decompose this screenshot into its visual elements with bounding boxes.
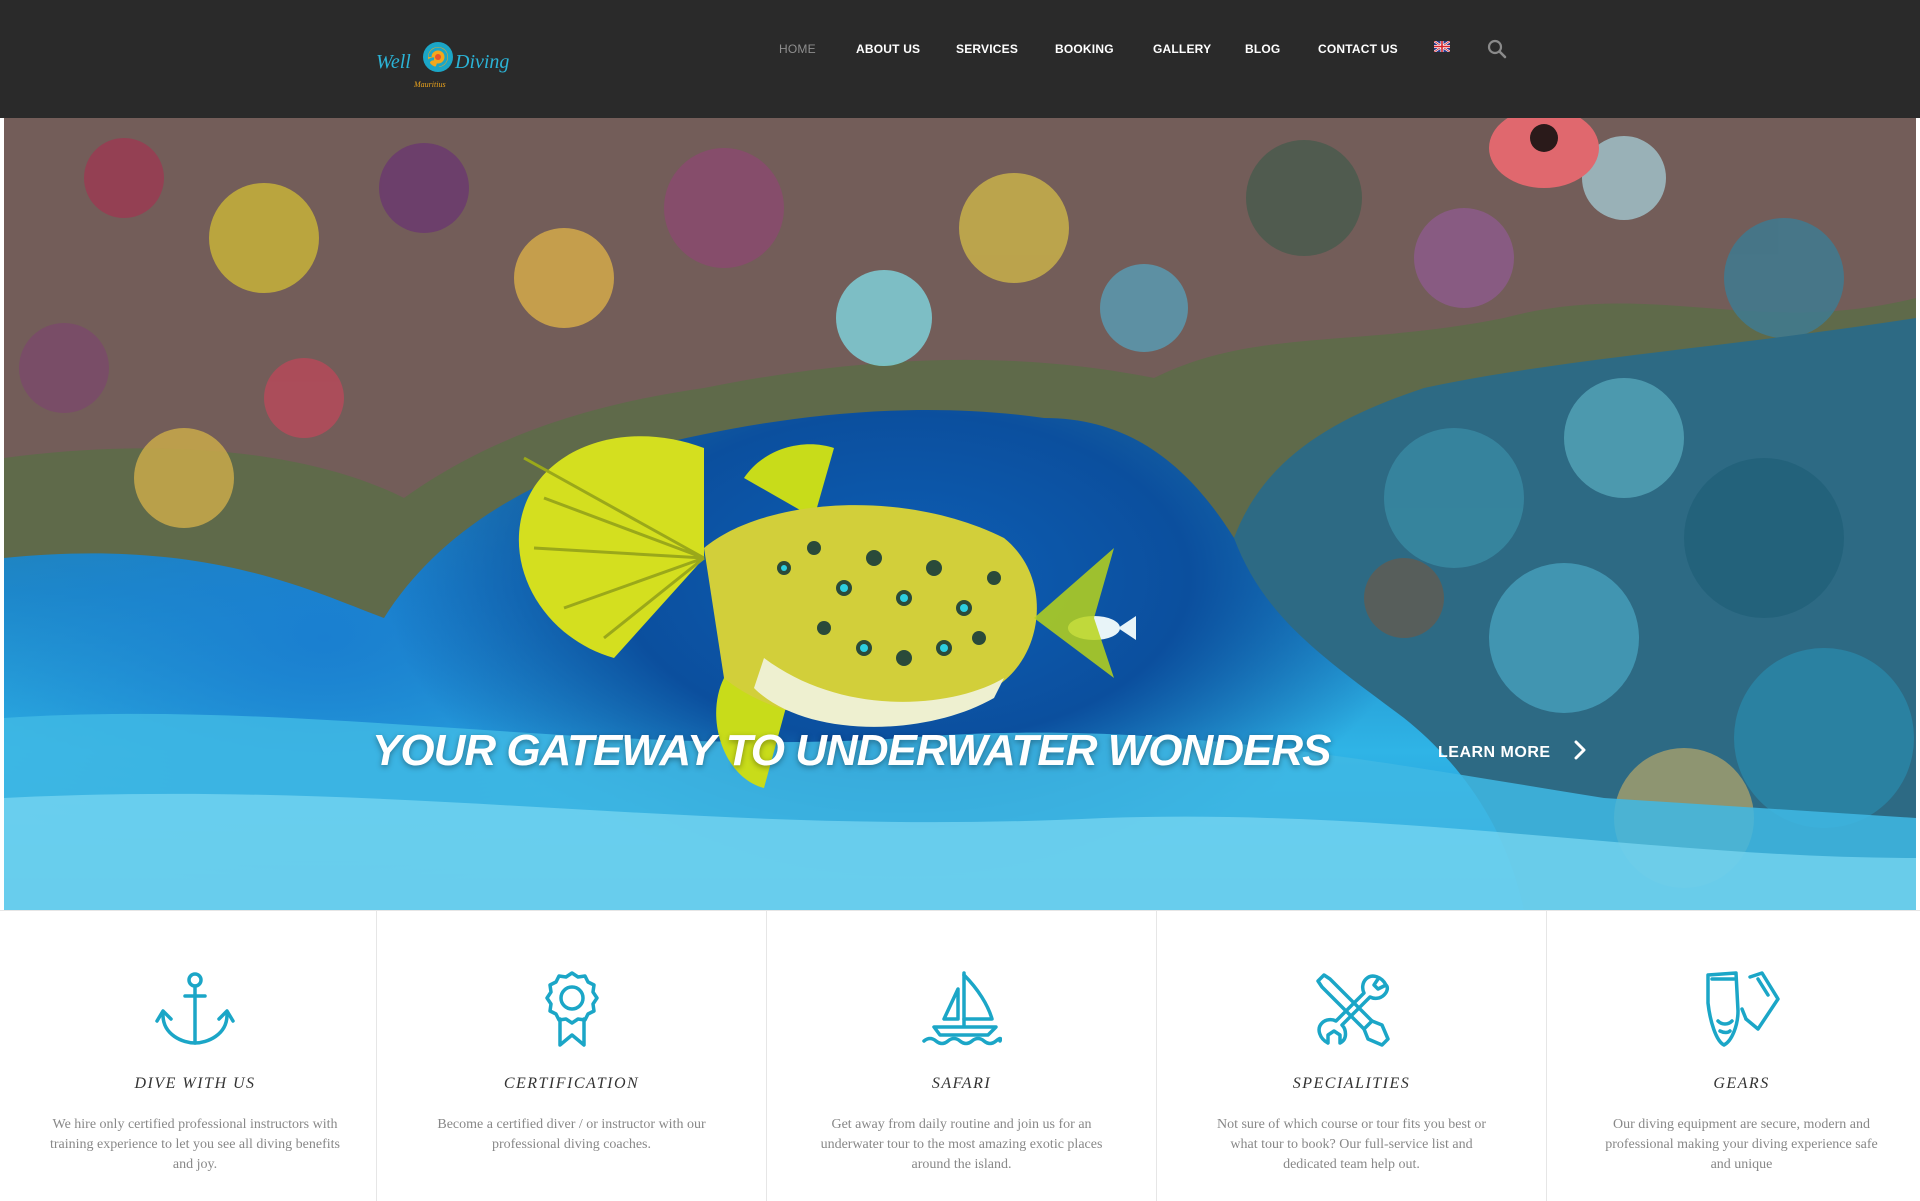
tools-icon (1315, 973, 1390, 1047)
uk-flag-icon[interactable] (1434, 41, 1450, 52)
nav-item-contact-us[interactable]: CONTACT US (1318, 42, 1398, 56)
sailboat-icon (921, 971, 1002, 1046)
feature-title: GEARS (1713, 1075, 1770, 1092)
learn-more-link[interactable]: LEARN MORE (1438, 740, 1586, 762)
site-header: Well Diving Mauritius HOME ABOUT US SERV… (0, 0, 1920, 118)
feature-title: SPECIALITIES (1292, 1075, 1411, 1092)
feature-safari[interactable]: SAFARI Get away from daily routine and j… (766, 911, 1156, 1201)
feature-description: Get away from daily routine and join us … (820, 1117, 1103, 1172)
feature-title: SAFARI (931, 1075, 992, 1092)
learn-more-label: LEARN MORE (1438, 744, 1551, 761)
feature-dive-with-us[interactable]: DIVE WITH US We hire only certified prof… (0, 911, 390, 1201)
anchor-icon (155, 972, 235, 1045)
feature-description: Become a certified diver / or instructor… (437, 1117, 706, 1152)
hero-banner: YOUR GATEWAY TO UNDERWATER WONDERS LEARN… (4, 118, 1916, 910)
feature-title: CERTIFICATION (503, 1075, 640, 1092)
main-nav: HOME ABOUT US SERVICES BOOKING GALLERY B… (0, 0, 1920, 100)
nav-item-gallery[interactable]: GALLERY (1153, 42, 1211, 56)
nav-item-about-us[interactable]: ABOUT US (856, 42, 920, 56)
chevron-right-icon (1574, 740, 1586, 760)
award-ribbon-icon (544, 971, 599, 1047)
search-icon[interactable] (1487, 39, 1507, 59)
feature-description: Our diving equipment are secure, modern … (1605, 1117, 1878, 1172)
nav-item-home[interactable]: HOME (779, 42, 816, 56)
hero-headline: YOUR GATEWAY TO UNDERWATER WONDERS (372, 726, 1332, 775)
feature-description: Not sure of which course or tour fits yo… (1216, 1117, 1487, 1172)
feature-certification[interactable]: CERTIFICATION Become a certified diver /… (376, 911, 766, 1201)
feature-gears[interactable]: GEARS Our diving equipment are secure, m… (1546, 911, 1920, 1201)
hero-reef-image (4, 118, 1916, 910)
feature-description: We hire only certified professional inst… (49, 1117, 340, 1172)
nav-item-services[interactable]: SERVICES (956, 42, 1018, 56)
feature-specialities[interactable]: SPECIALITIES Not sure of which course or… (1156, 911, 1546, 1201)
features-section: DIVE WITH US We hire only certified prof… (0, 910, 1920, 1201)
nav-item-blog[interactable]: BLOG (1245, 42, 1280, 56)
fins-icon (1705, 971, 1780, 1047)
nav-item-booking[interactable]: BOOKING (1055, 42, 1114, 56)
feature-title: DIVE WITH US (134, 1075, 256, 1092)
